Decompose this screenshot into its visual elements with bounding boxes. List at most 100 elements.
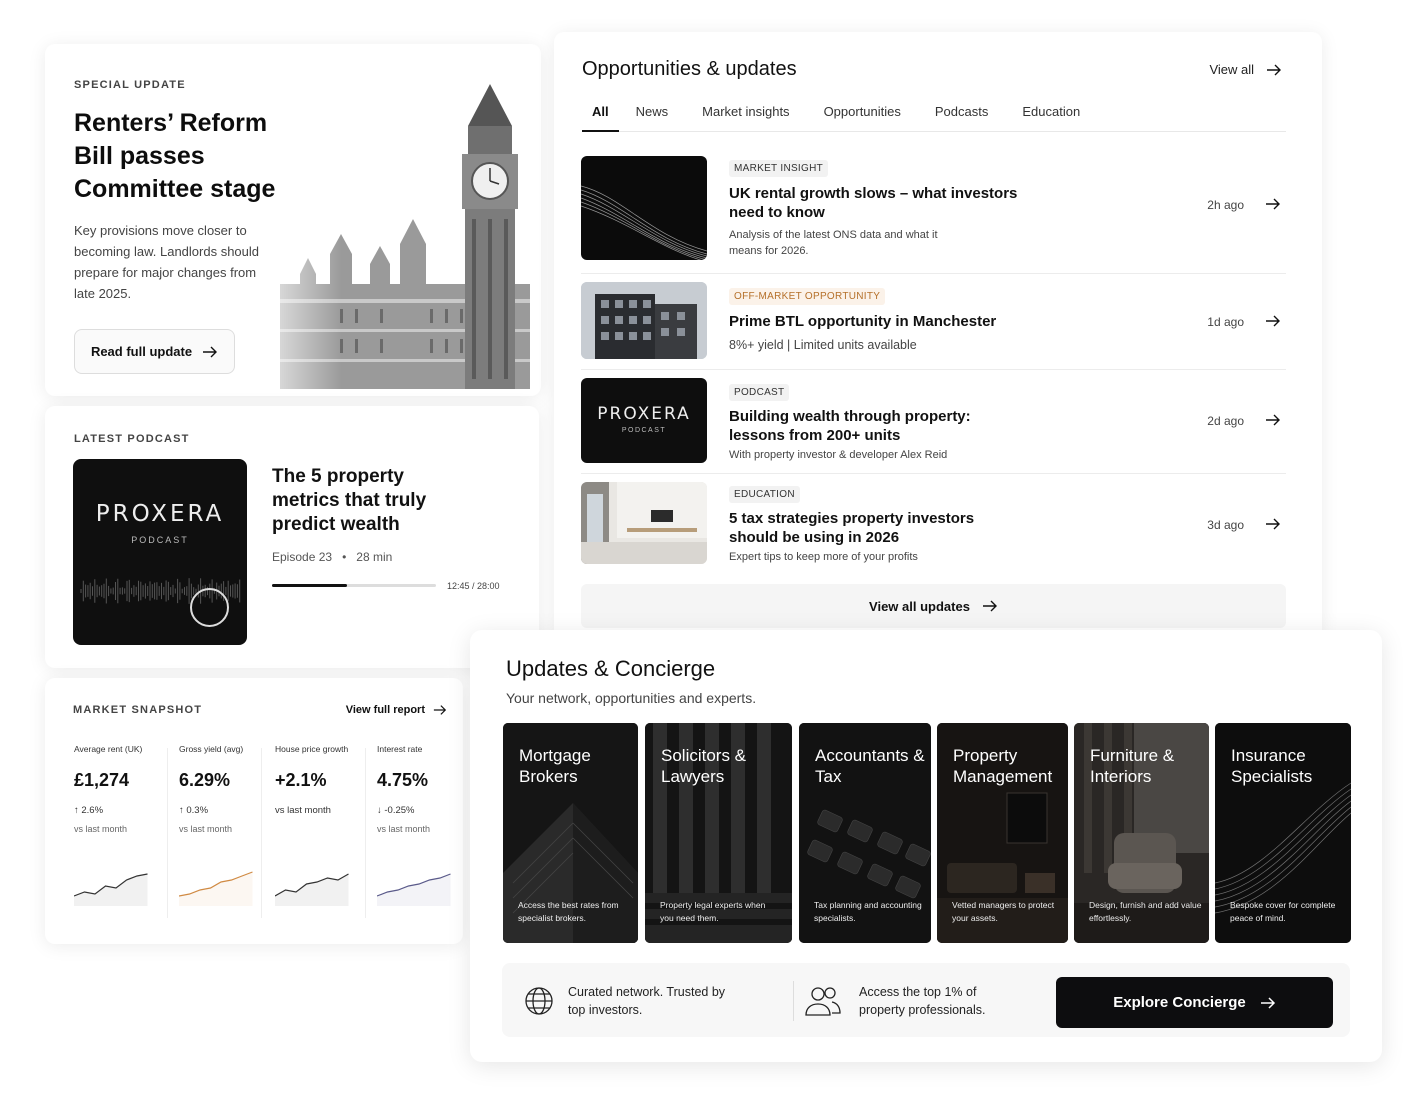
room-interior-graphic (581, 482, 707, 564)
concierge-title: Updates & Concierge (506, 656, 716, 681)
item-time-ago: 2h ago (1207, 198, 1244, 212)
tab-all[interactable]: All (582, 104, 619, 132)
play-button[interactable] (190, 588, 229, 627)
podcast-meta-separator: • (342, 550, 347, 564)
arrow-right-icon[interactable] (1264, 315, 1282, 327)
tile-title: Insurance Specialists (1231, 746, 1313, 786)
tile-solicitors-lawyers[interactable]: Solicitors & Lawyers Property legal expe… (645, 723, 792, 943)
sparkline-chart (377, 873, 451, 906)
item-title: Building wealth through property: lesson… (729, 408, 971, 444)
tile-desc: Tax planning and accounting specialists. (814, 900, 922, 923)
metric-divider (261, 748, 262, 918)
globe-icon (525, 987, 553, 1015)
podcast-thumb-brand: PROXERA (597, 404, 691, 424)
view-all-link[interactable]: View all (1209, 62, 1282, 77)
podcast-time: 12:45 / 28:00 (447, 581, 500, 591)
metric-house-price-growth: House price growth +2.1% vs last month (275, 744, 371, 918)
apartment-building-graphic (581, 282, 707, 359)
podcast-progress-bar[interactable] (272, 584, 436, 587)
tile-desc: Access the best rates from specialist br… (518, 900, 619, 923)
list-item[interactable]: OFF-MARKET OPPORTUNITY Prime BTL opportu… (581, 282, 1286, 370)
podcast-duration: 28 min (356, 550, 393, 564)
metric-change: vs last month (275, 805, 331, 816)
metric-divider (167, 748, 168, 918)
tile-desc: Property legal experts when you need the… (660, 900, 766, 923)
metric-value: 4.75% (377, 770, 429, 790)
arrow-right-icon (982, 600, 997, 612)
tile-property-management[interactable]: Property Management Vetted managers to p… (937, 723, 1068, 943)
tab-market-insights[interactable]: Market insights (685, 104, 806, 132)
item-tag: OFF-MARKET OPPORTUNITY (729, 288, 886, 305)
podcast-artwork: PROXERA PODCAST (73, 459, 247, 645)
view-full-report-link[interactable]: View full report (346, 704, 447, 716)
list-item[interactable]: PROXERA PODCAST PODCAST Building wealth … (581, 378, 1286, 474)
tile-title: Accountants & Tax (815, 746, 925, 786)
category-tabs: All News Market insights Opportunities P… (582, 104, 1286, 132)
item-desc: Expert tips to keep more of your profits (729, 551, 918, 563)
item-tag: EDUCATION (729, 486, 800, 503)
special-update-card: SPECIAL UPDATE Renters’ Reform Bill pass… (45, 44, 541, 396)
podcast-thumbnail: PROXERA PODCAST (581, 378, 707, 463)
tile-insurance-specialists[interactable]: Insurance Specialists Bespoke cover for … (1215, 723, 1351, 943)
tab-podcasts[interactable]: Podcasts (918, 104, 1005, 132)
tile-title: Property Management (953, 746, 1053, 786)
item-desc: Analysis of the latest ONS data and what… (729, 229, 938, 257)
abstract-waves-graphic (581, 185, 707, 260)
item-tag: MARKET INSIGHT (729, 160, 829, 177)
arrow-right-icon[interactable] (1264, 518, 1282, 530)
tab-opportunities[interactable]: Opportunities (807, 104, 918, 132)
item-desc: 8%+ yield | Limited units available (729, 338, 917, 352)
special-update-title: Renters’ Reform Bill passes Committee st… (74, 109, 276, 203)
tile-desc: Vetted managers to protect your assets. (952, 900, 1055, 923)
arrow-right-icon (203, 346, 218, 357)
read-full-update-button[interactable]: Read full update (74, 329, 235, 374)
podcast-brand-sub: PODCAST (131, 535, 189, 545)
special-update-eyebrow: SPECIAL UPDATE (74, 79, 186, 91)
tile-accountants-tax[interactable]: Accountants & Tax Tax planning and accou… (799, 723, 931, 943)
item-time-ago: 3d ago (1207, 518, 1244, 532)
arrow-right-icon (1260, 996, 1275, 1009)
metric-label: Average rent (UK) (74, 744, 143, 754)
item-title: Prime BTL opportunity in Manchester (729, 313, 997, 330)
arrow-right-icon (1267, 64, 1281, 75)
tab-education[interactable]: Education (1005, 104, 1097, 132)
podcast-progress-fill (272, 584, 347, 587)
metric-value: +2.1% (275, 770, 327, 790)
metric-change: ↑ 2.6% (74, 805, 104, 816)
market-snapshot-eyebrow: MARKET SNAPSHOT (73, 704, 203, 716)
arrow-right-icon[interactable] (1264, 414, 1282, 426)
latest-podcast-eyebrow: LATEST PODCAST (74, 433, 190, 445)
view-all-updates-button[interactable]: View all updates (581, 584, 1286, 628)
abstract-waves-thumbnail (581, 156, 707, 260)
metric-vs: vs last month (377, 824, 431, 834)
tile-furniture-interiors[interactable]: Furniture & Interiors Design, furnish an… (1074, 723, 1209, 943)
metric-label: Interest rate (377, 744, 423, 754)
latest-podcast-card: LATEST PODCAST PROXERA PODCAST The 5 pro… (45, 406, 539, 668)
list-item[interactable]: MARKET INSIGHT UK rental growth slows – … (581, 156, 1286, 274)
arrow-right-icon (433, 705, 447, 715)
item-tag: PODCAST (729, 384, 790, 401)
explore-concierge-label: Explore Concierge (1113, 994, 1246, 1011)
users-icon (805, 987, 841, 1016)
concierge-subtitle: Your network, opportunities and experts. (506, 690, 757, 706)
updates-concierge-card: Updates & Concierge Your network, opport… (470, 630, 1382, 1062)
metric-interest-rate: Interest rate 4.75% ↓ -0.25% vs last mon… (377, 744, 473, 918)
sparkline-area (179, 872, 253, 906)
tile-mortgage-brokers[interactable]: Mortgage Brokers Access the best rates f… (503, 723, 638, 943)
market-snapshot-card: MARKET SNAPSHOT View full report Average… (45, 678, 463, 944)
sparkline-chart (179, 871, 253, 906)
podcast-meta: Episode 23 • 28 min (272, 550, 392, 564)
list-item[interactable]: EDUCATION 5 tax strategies property inve… (581, 482, 1286, 574)
tab-news[interactable]: News (619, 104, 686, 132)
item-desc: With property investor & developer Alex … (729, 449, 948, 461)
explore-concierge-button[interactable]: Explore Concierge (1056, 977, 1333, 1028)
tile-title: Mortgage Brokers (519, 746, 591, 786)
item-time-ago: 2d ago (1207, 414, 1244, 428)
podcast-episode: Episode 23 (272, 550, 333, 564)
arrow-right-icon[interactable] (1264, 198, 1282, 210)
tile-title: Furniture & Interiors (1090, 746, 1175, 786)
footer-top-professionals: Access the top 1% of property profession… (859, 985, 986, 1017)
view-all-label: View all (1209, 62, 1254, 77)
podcast-brand: PROXERA (95, 501, 225, 527)
metric-vs: vs last month (74, 824, 128, 834)
